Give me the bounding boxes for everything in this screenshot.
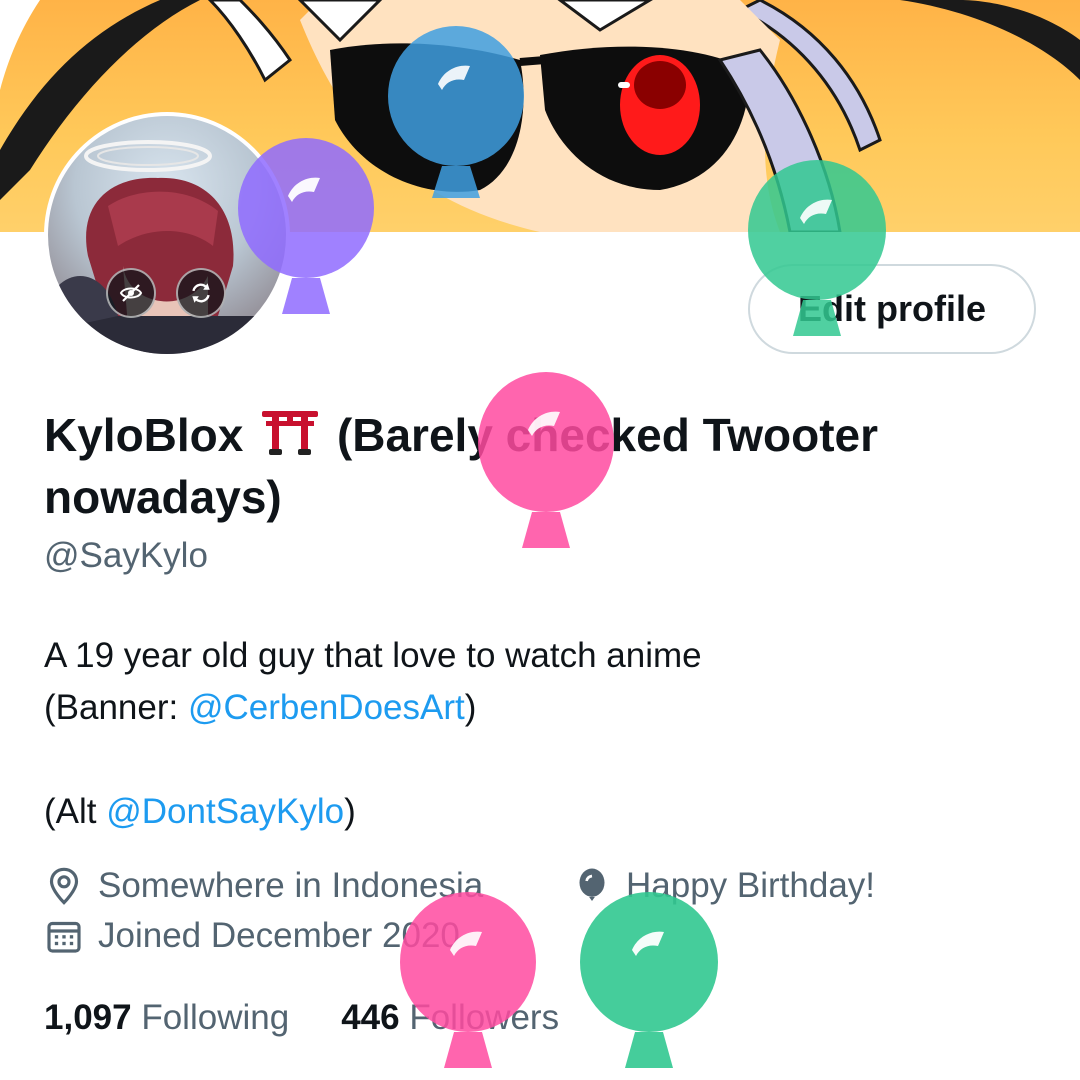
profile-joined-date: Joined December 2020	[44, 916, 460, 956]
bio-line-2: (Banner: @CerbenDoesArt)	[44, 682, 1044, 734]
swap-avatar-button[interactable]	[176, 268, 226, 318]
bio-line-3-suffix: )	[344, 792, 356, 831]
alt-account-mention-link[interactable]: @DontSayKylo	[106, 792, 344, 831]
calendar-icon	[47, 921, 81, 953]
birthday-text: Happy Birthday!	[626, 866, 876, 905]
bio-blank-line	[44, 734, 1044, 786]
user-handle: @SayKylo	[44, 536, 208, 575]
bio-line-3: (Alt @DontSayKylo)	[44, 786, 1044, 838]
followers-link[interactable]: 446 Followers	[341, 998, 559, 1038]
eye-slash-icon	[119, 284, 143, 302]
following-count: 1,097	[44, 998, 132, 1037]
banner-artist-mention-link[interactable]: @CerbenDoesArt	[188, 688, 465, 727]
bio-line-3-prefix: (Alt	[44, 792, 107, 831]
followers-count: 446	[341, 998, 400, 1037]
avatar[interactable]	[44, 112, 290, 358]
bio-line-2-prefix: (Banner:	[44, 688, 188, 727]
profile-bio: A 19 year old guy that love to watch ani…	[44, 630, 1044, 838]
following-label: Following	[141, 998, 290, 1037]
profile-location: Somewhere in Indonesia	[44, 866, 483, 906]
profile-birthday: Happy Birthday!	[572, 866, 875, 906]
display-name-first: KyloBlox	[44, 409, 244, 461]
display-name: KyloBlox (Barely checked Twooter nowaday…	[44, 404, 1044, 528]
bio-line-1: A 19 year old guy that love to watch ani…	[44, 636, 702, 675]
location-pin-icon	[49, 867, 79, 905]
joined-text: Joined December 2020	[98, 916, 460, 955]
torii-gate-icon	[262, 411, 319, 455]
hide-avatar-button[interactable]	[106, 268, 156, 318]
birthday-balloon-green-bottom	[580, 892, 718, 1068]
avatar-image	[48, 116, 286, 354]
following-link[interactable]: 1,097 Following	[44, 998, 289, 1038]
follow-stats: 1,097 Following 446 Followers	[44, 998, 611, 1038]
location-text: Somewhere in Indonesia	[98, 866, 484, 905]
followers-label: Followers	[409, 998, 560, 1037]
balloon-icon	[579, 868, 605, 901]
refresh-icon	[192, 283, 210, 303]
bio-line-2-suffix: )	[464, 688, 477, 727]
edit-profile-button[interactable]: Edit profile	[748, 264, 1036, 354]
